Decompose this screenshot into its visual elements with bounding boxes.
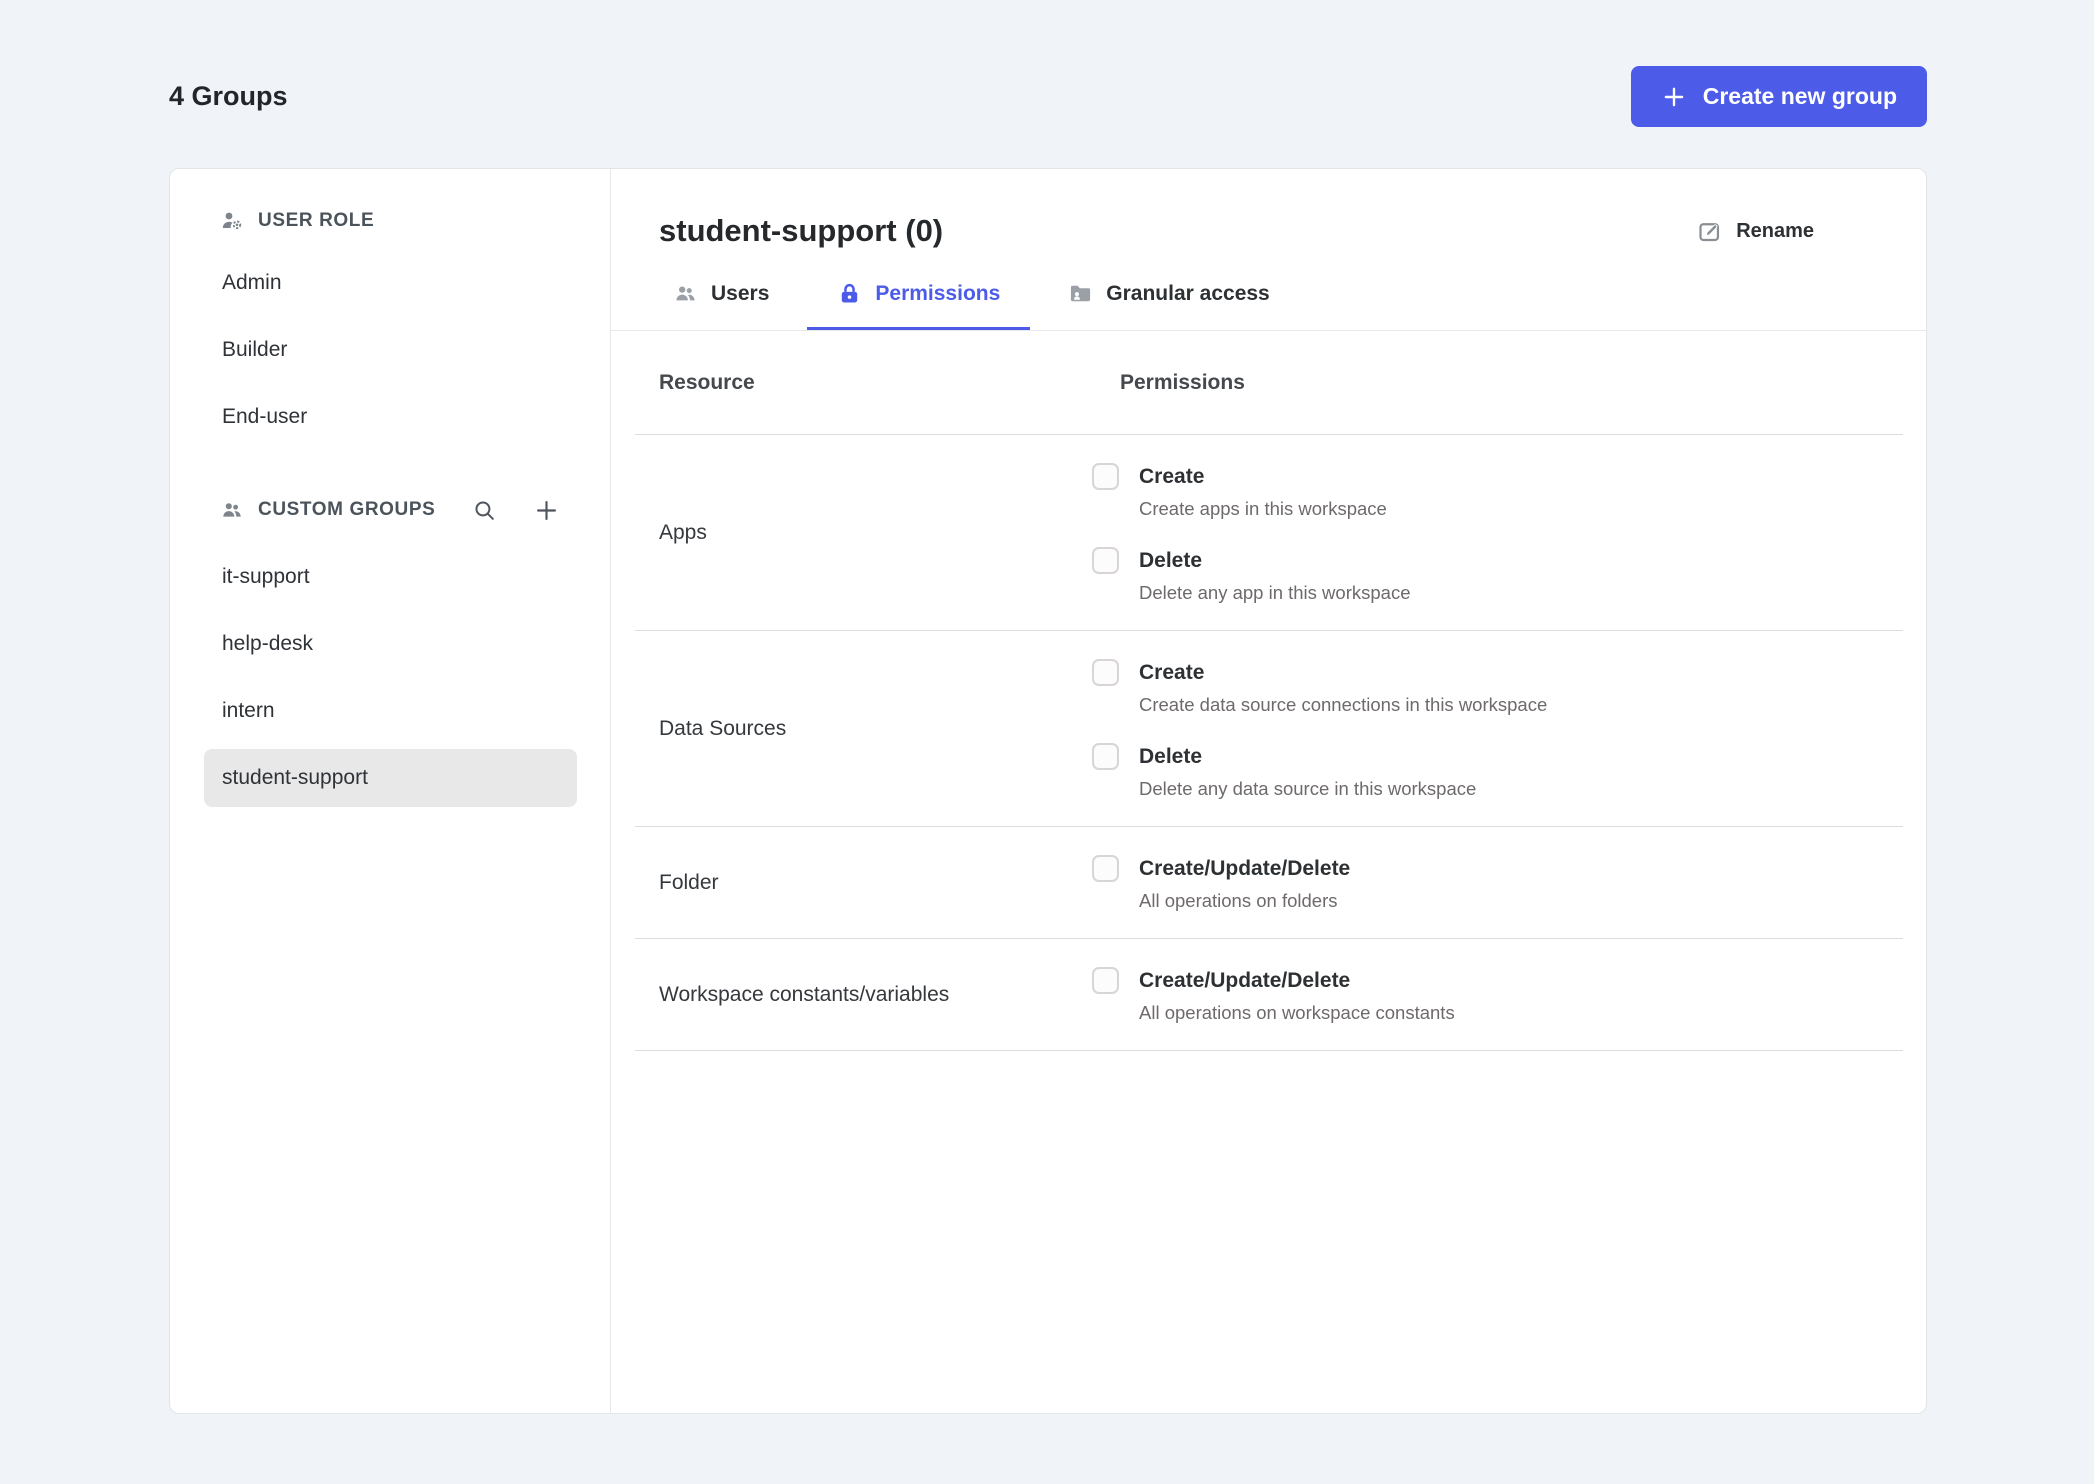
groups-page: 4 Groups Create new group USER ROLE Admi…: [0, 0, 2094, 1484]
tab-bar: Users Permissions Granular access: [611, 265, 1926, 331]
sidebar-item-label: End-user: [222, 405, 308, 428]
table-header-row: Resource Permissions: [635, 331, 1903, 435]
rename-button[interactable]: Rename: [1696, 218, 1814, 245]
sidebar-item-label: it-support: [222, 565, 310, 588]
permission-item: Create/Update/Delete All operations on f…: [1092, 855, 1903, 912]
table-row-workspace-constants: Workspace constants/variables Create/Upd…: [635, 939, 1903, 1051]
group-detail-header: student-support (0) Rename: [611, 169, 1926, 249]
edit-icon: [1696, 218, 1723, 245]
folder-user-icon: [1068, 281, 1093, 306]
group-detail-panel: student-support (0) Rename Users Permiss…: [611, 169, 1926, 1413]
permission-label: Create: [1139, 464, 1205, 488]
tab-users-label: Users: [711, 281, 770, 305]
lock-icon: [837, 281, 862, 306]
sidebar-item-intern[interactable]: intern: [204, 682, 577, 740]
table-row-data-sources: Data Sources Create Create data source c…: [635, 631, 1903, 827]
data-sources-delete-checkbox[interactable]: [1092, 743, 1119, 770]
custom-groups-label: CUSTOM GROUPS: [258, 499, 436, 520]
permission-label: Create/Update/Delete: [1139, 856, 1351, 880]
table-row-apps: Apps Create Create apps in this workspac…: [635, 435, 1903, 631]
apps-delete-checkbox[interactable]: [1092, 547, 1119, 574]
groups-icon: [220, 498, 244, 522]
workspace-constants-cud-checkbox[interactable]: [1092, 967, 1119, 994]
permission-item: Create Create data source connections in…: [1092, 659, 1903, 716]
create-new-group-label: Create new group: [1702, 83, 1897, 109]
search-groups-button[interactable]: [472, 498, 497, 523]
table-row-folder: Folder Create/Update/Delete All operatio…: [635, 827, 1903, 939]
sidebar-item-help-desk[interactable]: help-desk: [204, 615, 577, 673]
user-role-label: USER ROLE: [258, 210, 375, 231]
permission-label: Create/Update/Delete: [1139, 968, 1351, 992]
data-sources-create-checkbox[interactable]: [1092, 659, 1119, 686]
user-role-icon: [220, 209, 244, 233]
user-role-list: Admin Builder End-user: [170, 254, 610, 446]
top-bar: 4 Groups Create new group: [0, 0, 2094, 127]
permission-item: Create/Update/Delete All operations on w…: [1092, 967, 1903, 1024]
user-role-section-header: USER ROLE: [170, 203, 610, 239]
sidebar-item-label: Builder: [222, 338, 288, 361]
sidebar-item-label: intern: [222, 699, 275, 722]
permission-item: Create Create apps in this workspace: [1092, 463, 1903, 520]
apps-create-checkbox[interactable]: [1092, 463, 1119, 490]
sidebar-item-end-user[interactable]: End-user: [204, 388, 577, 446]
permissions-cell: Create Create data source connections in…: [1092, 631, 1903, 826]
tab-granular-access-label: Granular access: [1106, 281, 1270, 305]
permission-item: Delete Delete any data source in this wo…: [1092, 743, 1903, 800]
tab-granular-access[interactable]: Granular access: [1038, 265, 1299, 330]
permission-description: Create apps in this workspace: [1139, 498, 1387, 519]
sidebar-item-label: Admin: [222, 271, 282, 294]
permissions-cell: Create/Update/Delete All operations on w…: [1092, 939, 1903, 1050]
permission-label: Create: [1139, 660, 1205, 684]
groups-card: USER ROLE Admin Builder End-user CUSTOM …: [169, 168, 1927, 1414]
resource-label: Apps: [659, 520, 707, 544]
permission-description: All operations on folders: [1139, 890, 1338, 911]
column-header-permissions: Permissions: [1120, 370, 1245, 394]
plus-icon: [1661, 84, 1687, 110]
create-new-group-button[interactable]: Create new group: [1630, 66, 1927, 127]
custom-groups-section-header: CUSTOM GROUPS: [170, 492, 610, 528]
permissions-cell: Create Create apps in this workspace Del…: [1092, 435, 1903, 630]
sidebar-item-builder[interactable]: Builder: [204, 321, 577, 379]
permission-description: Delete any app in this workspace: [1139, 582, 1411, 603]
sidebar-item-student-support[interactable]: student-support: [204, 749, 577, 807]
sidebar-item-it-support[interactable]: it-support: [204, 548, 577, 606]
rename-label: Rename: [1736, 219, 1814, 242]
resource-label: Data Sources: [659, 716, 787, 740]
folder-cud-checkbox[interactable]: [1092, 855, 1119, 882]
permission-label: Delete: [1139, 744, 1203, 768]
sidebar-item-admin[interactable]: Admin: [204, 254, 577, 312]
permissions-cell: Create/Update/Delete All operations on f…: [1092, 827, 1903, 938]
sidebar: USER ROLE Admin Builder End-user CUSTOM …: [170, 169, 611, 1413]
group-title: student-support (0): [659, 213, 944, 248]
permission-item: Delete Delete any app in this workspace: [1092, 547, 1903, 604]
permission-label: Delete: [1139, 548, 1203, 572]
tab-users[interactable]: Users: [643, 265, 799, 330]
sidebar-item-label: student-support: [222, 766, 368, 789]
tab-permissions[interactable]: Permissions: [807, 265, 1031, 330]
users-icon: [673, 281, 698, 306]
permission-description: All operations on workspace constants: [1139, 1002, 1455, 1023]
permission-description: Delete any data source in this workspace: [1139, 778, 1477, 799]
resource-label: Workspace constants/variables: [659, 982, 950, 1006]
permission-description: Create data source connections in this w…: [1139, 694, 1548, 715]
column-header-resource: Resource: [659, 370, 755, 394]
custom-groups-list: it-support help-desk intern student-supp…: [170, 548, 610, 807]
resource-label: Folder: [659, 870, 719, 894]
page-title: 4 Groups: [169, 81, 288, 111]
tab-permissions-label: Permissions: [875, 281, 1001, 305]
sidebar-item-label: help-desk: [222, 632, 314, 655]
permissions-table: Resource Permissions Apps Create Create …: [635, 331, 1903, 1051]
add-group-button[interactable]: [533, 497, 560, 524]
